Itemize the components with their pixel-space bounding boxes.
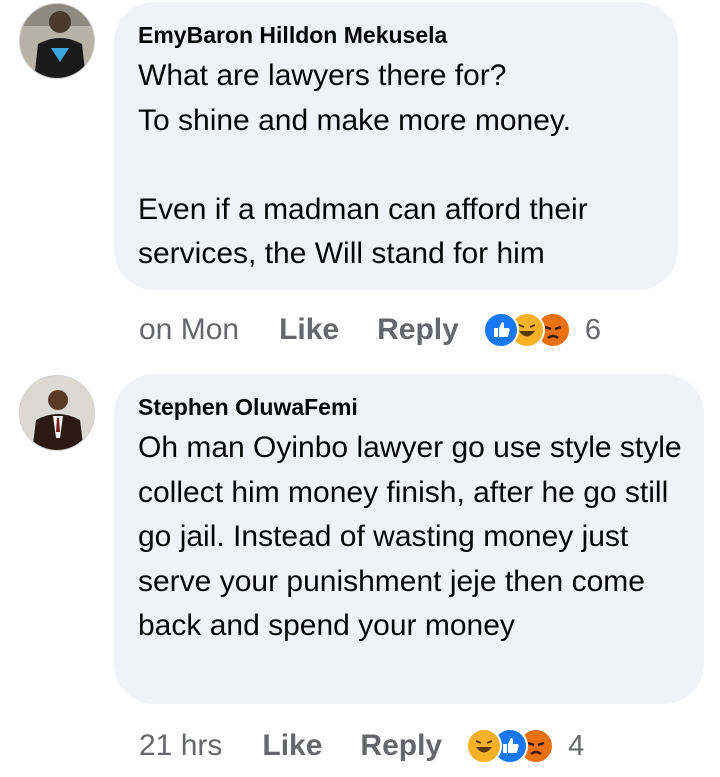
comment-text: What are lawyers there for? To shine and…: [138, 59, 588, 270]
avatar[interactable]: [19, 3, 95, 79]
comment-timestamp[interactable]: 21 hrs: [139, 729, 222, 763]
like-button[interactable]: Like: [279, 313, 339, 347]
reaction-count[interactable]: 4: [568, 730, 584, 763]
comment-timestamp[interactable]: on Mon: [139, 313, 239, 347]
comment-author[interactable]: EmyBaron Hilldon Mekusela: [138, 22, 447, 49]
comment-actions: 21 hrs Like Reply 4: [139, 726, 584, 766]
reaction-count[interactable]: 6: [585, 314, 601, 347]
comment-bubble: Stephen OluwaFemi Oh man Oyinbo lawyer g…: [114, 374, 704, 704]
haha-reaction-icon: [466, 728, 503, 764]
reactions-summary[interactable]: [482, 312, 571, 348]
reply-button[interactable]: Reply: [377, 313, 459, 347]
like-reaction-icon: [482, 312, 519, 348]
reactions-summary[interactable]: [466, 728, 555, 764]
avatar[interactable]: [19, 375, 95, 451]
comment-actions: on Mon Like Reply 6: [139, 310, 601, 350]
like-button[interactable]: Like: [262, 729, 322, 763]
reply-button[interactable]: Reply: [360, 729, 442, 763]
comment-author[interactable]: Stephen OluwaFemi: [138, 394, 358, 421]
comment-text: Oh man Oyinbo lawyer go use style style …: [138, 431, 682, 642]
comment-bubble: EmyBaron Hilldon Mekusela What are lawye…: [114, 2, 678, 290]
